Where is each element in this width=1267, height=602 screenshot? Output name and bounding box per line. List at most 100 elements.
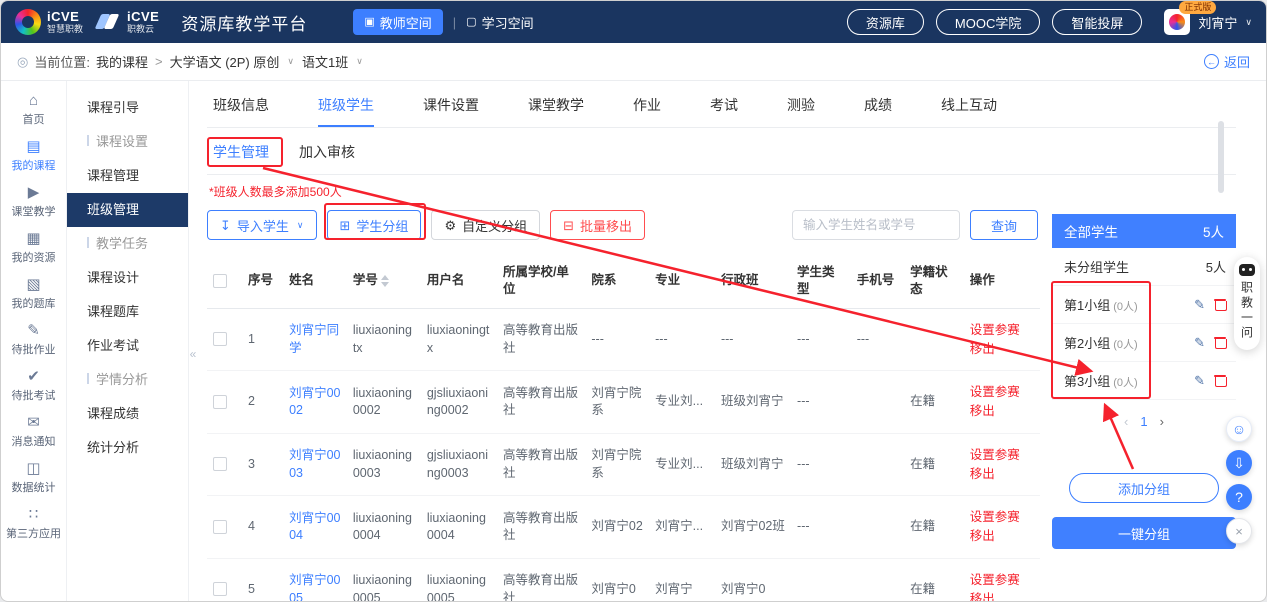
custom-grouping-button[interactable]: ⚙ 自定义分组 xyxy=(431,210,540,240)
download-icon[interactable]: ⇩ xyxy=(1226,450,1252,476)
tab[interactable]: 作业 xyxy=(633,95,661,115)
remove-student-link[interactable]: 移出 xyxy=(970,465,1034,484)
breadcrumb-class-name[interactable]: 语文1班 xyxy=(302,52,348,71)
sidebar-item[interactable]: ✉ 消息通知 xyxy=(1,409,66,455)
help-icon[interactable]: ? xyxy=(1226,484,1252,510)
current-page[interactable]: 1 xyxy=(1140,414,1147,429)
remove-student-link[interactable]: 移出 xyxy=(970,590,1034,602)
row-checkbox[interactable] xyxy=(213,395,227,409)
collapse-menu-icon[interactable]: « xyxy=(189,339,200,369)
subtab[interactable]: 加入审核 xyxy=(299,142,355,162)
sidebar-item[interactable]: ▦ 我的资源 xyxy=(1,225,66,271)
qa-assistant-widget[interactable]: 职教一问 xyxy=(1234,257,1260,350)
tab[interactable]: 课件设置 xyxy=(423,95,479,115)
header-pill-button[interactable]: 资源库 xyxy=(847,9,924,35)
row-checkbox[interactable] xyxy=(213,582,227,596)
student-name-link[interactable]: 刘宵宁0002 xyxy=(289,386,340,418)
remove-student-link[interactable]: 移出 xyxy=(970,527,1034,546)
student-search-input[interactable] xyxy=(792,210,960,240)
class-dropdown-caret-icon[interactable]: ∨ xyxy=(356,56,363,67)
header-pill-button[interactable]: MOOC学院 xyxy=(936,9,1040,35)
tab[interactable]: 考试 xyxy=(710,95,738,115)
user-area[interactable]: 正式版 刘宵宁 ∨ xyxy=(1164,9,1252,35)
tab[interactable]: 课堂教学 xyxy=(528,95,584,115)
row-checkbox[interactable] xyxy=(213,520,227,534)
course-menu-item[interactable]: 课程管理 xyxy=(67,159,188,193)
select-all-checkbox[interactable] xyxy=(213,274,227,288)
next-page-icon[interactable]: › xyxy=(1160,414,1164,429)
group-row[interactable]: 第1小组(0人) ✎ xyxy=(1052,286,1236,324)
group-row[interactable]: 第3小组(0人) ✎ xyxy=(1052,362,1236,400)
set-contest-link[interactable]: 设置参赛 xyxy=(970,321,1034,340)
course-menu-item[interactable]: 学情分析 xyxy=(67,363,188,397)
search-button[interactable]: 查询 xyxy=(970,210,1038,240)
breadcrumb-my-courses[interactable]: 我的课程 xyxy=(96,52,148,71)
set-contest-link[interactable]: 设置参赛 xyxy=(970,383,1034,402)
course-menu-item[interactable]: 课程设计 xyxy=(67,261,188,295)
delete-group-icon[interactable] xyxy=(1214,374,1226,387)
batch-remove-button[interactable]: ⊟ 批量移出 xyxy=(550,210,645,240)
sidebar-item[interactable]: ▧ 我的题库 xyxy=(1,271,66,317)
subtab[interactable]: 学生管理 xyxy=(213,142,269,162)
all-students-header[interactable]: 全部学生 5人 xyxy=(1052,214,1236,248)
course-menu-item[interactable]: 统计分析 xyxy=(67,431,188,465)
add-group-button[interactable]: 添加分组 xyxy=(1069,473,1219,503)
sidebar-item[interactable]: ▶ 课堂教学 xyxy=(1,179,66,225)
remove-student-link[interactable]: 移出 xyxy=(970,402,1034,421)
back-button[interactable]: ← 返回 xyxy=(1204,52,1250,71)
row-checkbox[interactable] xyxy=(213,457,227,471)
tab[interactable]: 测验 xyxy=(787,95,815,115)
row-checkbox[interactable] xyxy=(213,332,227,346)
edit-group-icon[interactable]: ✎ xyxy=(1194,298,1205,311)
set-contest-link[interactable]: 设置参赛 xyxy=(970,571,1034,590)
course-dropdown-caret-icon[interactable]: ∨ xyxy=(287,56,294,67)
course-menu-item[interactable]: 教学任务 xyxy=(67,227,188,261)
sidebar-item[interactable]: ∷ 第三方应用 xyxy=(1,501,66,547)
student-name-link[interactable]: 刘宵宁0003 xyxy=(289,448,340,480)
teacher-space-button[interactable]: ▣ 教师空间 xyxy=(353,9,442,35)
sidebar-item[interactable]: ⌂ 首页 xyxy=(1,87,66,133)
course-menu-item[interactable]: 课程成绩 xyxy=(67,397,188,431)
set-contest-link[interactable]: 设置参赛 xyxy=(970,508,1034,527)
student-grouping-button[interactable]: ⊞ 学生分组 xyxy=(327,210,422,240)
tab[interactable]: 班级学生 xyxy=(318,95,374,115)
course-menu-item[interactable]: 课程引导 xyxy=(67,91,188,125)
delete-group-icon[interactable] xyxy=(1214,336,1226,349)
course-menu-item[interactable]: 课程设置 xyxy=(67,125,188,159)
edit-group-icon[interactable]: ✎ xyxy=(1194,374,1205,387)
student-name-link[interactable]: 刘宵宁0005 xyxy=(289,573,340,601)
column-label: 序号 xyxy=(248,273,273,287)
student-name-link[interactable]: 刘宵宁同学 xyxy=(289,323,339,355)
sort-icon[interactable] xyxy=(381,275,389,287)
sidebar-item[interactable]: ▤ 我的课程 xyxy=(1,133,66,179)
prev-page-icon[interactable]: ‹ xyxy=(1124,414,1128,429)
breadcrumb-course-name[interactable]: 大学语文 (2P) 原创 xyxy=(170,52,280,71)
edit-group-icon[interactable]: ✎ xyxy=(1194,336,1205,349)
set-contest-link[interactable]: 设置参赛 xyxy=(970,446,1034,465)
sidebar-item[interactable]: ✔ 待批考试 xyxy=(1,363,66,409)
sidebar-item[interactable]: ◫ 数据统计 xyxy=(1,455,66,501)
remove-student-link[interactable]: 移出 xyxy=(970,340,1034,359)
student-name-link[interactable]: 刘宵宁0004 xyxy=(289,511,340,543)
import-caret-icon: ∨ xyxy=(297,220,304,231)
breadcrumb-separator: > xyxy=(155,54,163,69)
table-column-header: 手机号 xyxy=(851,254,904,308)
delete-group-icon[interactable] xyxy=(1214,298,1226,311)
one-click-group-button[interactable]: 一键分组 xyxy=(1052,517,1236,549)
ai-assistant-icon[interactable]: ☺ xyxy=(1226,416,1252,442)
course-menu-item[interactable]: 作业考试 xyxy=(67,329,188,363)
tab[interactable]: 线上互动 xyxy=(941,95,997,115)
course-menu-item[interactable]: 课程题库 xyxy=(67,295,188,329)
close-float-icon[interactable]: × xyxy=(1226,518,1252,544)
content-scrollbar[interactable] xyxy=(1218,121,1224,193)
sidebar-item[interactable]: ✎ 待批作业 xyxy=(1,317,66,363)
group-row[interactable]: 第2小组(0人) ✎ xyxy=(1052,324,1236,362)
ungrouped-students-row[interactable]: 未分组学生 5人 xyxy=(1052,248,1236,286)
cell-operations: 设置参赛 移出 xyxy=(964,371,1040,434)
student-space-button[interactable]: ▢ 学习空间 xyxy=(466,13,533,32)
tab[interactable]: 成绩 xyxy=(864,95,892,115)
header-pill-button[interactable]: 智能投屏 xyxy=(1052,9,1142,35)
tab[interactable]: 班级信息 xyxy=(213,95,269,115)
course-menu-item[interactable]: 班级管理 xyxy=(67,193,188,227)
import-students-button[interactable]: ↧ 导入学生 ∨ xyxy=(207,210,317,240)
